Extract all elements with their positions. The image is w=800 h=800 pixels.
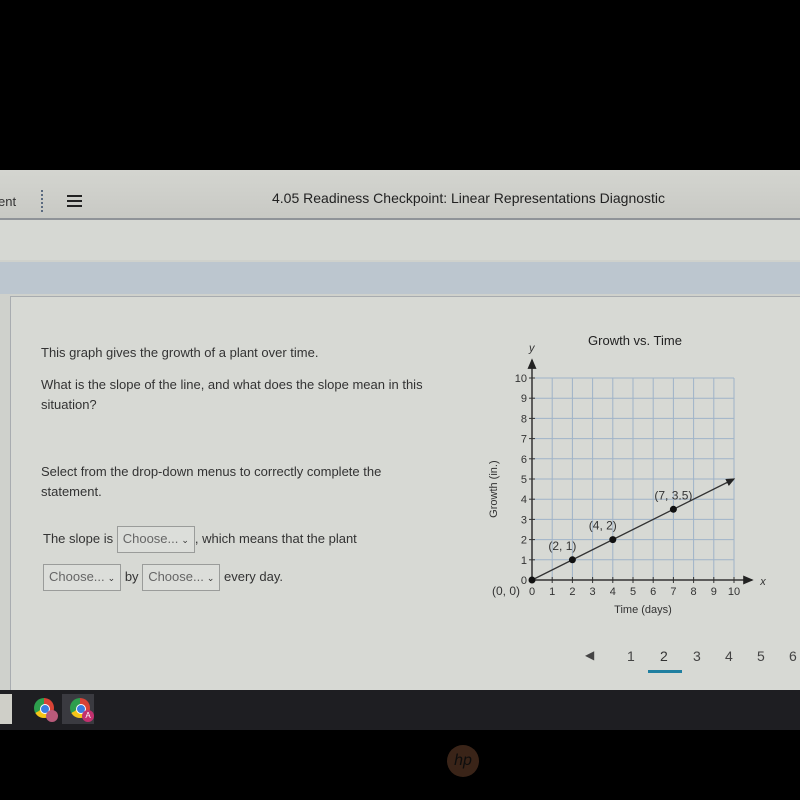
profile-badge-icon: A	[82, 710, 94, 722]
x-tick-label: 7	[670, 586, 676, 598]
x-tick-label: 4	[610, 586, 616, 598]
active-page-indicator	[648, 670, 682, 673]
y-tick-label: 1	[521, 555, 527, 567]
header-band	[0, 220, 800, 260]
growth-amount-dropdown-value: Choose...	[148, 569, 204, 584]
y-axis-symbol: y	[528, 343, 536, 355]
y-tick-label: 7	[521, 434, 527, 446]
profile-badge-icon	[46, 710, 58, 722]
y-tick-label: 2	[521, 535, 527, 547]
x-tick-label: 9	[711, 586, 717, 598]
question-prompt: What is the slope of the line, and what …	[41, 377, 423, 412]
page-link-5[interactable]: 5	[757, 648, 765, 664]
breadcrumb[interactable]: ent	[0, 194, 16, 209]
statement-part1: The slope is	[43, 531, 114, 546]
page-link-2-active[interactable]: 2	[660, 648, 668, 664]
y-tick-label: 10	[515, 373, 527, 385]
x-tick-label: 0	[529, 586, 535, 598]
y-tick-label: 5	[521, 474, 527, 486]
x-axis-symbol: x	[759, 576, 766, 588]
page-link-6[interactable]: 6	[789, 648, 797, 664]
y-tick-label: 0	[521, 575, 527, 587]
data-point	[669, 505, 677, 513]
x-tick-label: 5	[630, 586, 636, 598]
data-point	[568, 556, 576, 564]
slope-dropdown[interactable]: Choose... ⌄	[116, 526, 195, 553]
data-point-label: (7, 3.5)	[654, 488, 692, 502]
y-tick-label: 4	[521, 494, 527, 506]
x-tick-label: 6	[650, 586, 656, 598]
statement-part3: by	[124, 569, 139, 584]
statement-part2: , which means that the plant	[194, 531, 357, 546]
chart-title: Growth vs. Time	[588, 333, 682, 348]
hamburger-menu-icon[interactable]	[67, 195, 82, 207]
question-instruction: Select from the drop-down menus to corre…	[41, 464, 382, 499]
data-point	[528, 576, 536, 584]
x-tick-label: 8	[691, 586, 697, 598]
x-tick-label: 3	[590, 586, 596, 598]
prev-page-icon[interactable]: ◀	[585, 648, 594, 662]
kebab-menu-icon[interactable]	[41, 190, 43, 212]
statement-part4: every day.	[224, 569, 284, 584]
y-axis-label: Growth (in.)	[488, 460, 500, 517]
data-point-label: (0, 0)	[492, 584, 520, 598]
page-link-1[interactable]: 1	[627, 648, 635, 664]
growth-chart: Growth vs. Timexy0 1 2 3 4 5 6 7 8 9 1001234567891…	[488, 333, 766, 616]
chevron-down-icon: ⌄	[107, 573, 116, 583]
x-axis-label: Time (days)	[614, 604, 672, 616]
growth-amount-dropdown[interactable]: Choose... ⌄	[142, 564, 221, 591]
progress-band	[0, 262, 800, 294]
slope-dropdown-value: Choose...	[122, 531, 179, 546]
x-tick-label: 10	[728, 586, 740, 598]
x-tick-label: 2	[569, 586, 575, 598]
question-intro: This graph gives the growth of a plant o…	[41, 345, 319, 360]
taskbar-app-partial[interactable]	[0, 694, 12, 724]
statement-line-1: The slope is Choose... ⌄, which means tha…	[43, 526, 357, 553]
y-tick-label: 9	[521, 393, 527, 405]
growth-action-dropdown[interactable]: Choose... ⌄	[43, 564, 122, 591]
y-tick-label: 6	[521, 454, 527, 466]
data-point	[609, 536, 617, 544]
taskbar-chrome-profile[interactable]: A	[62, 694, 94, 724]
chevron-down-icon: ⌄	[181, 535, 189, 545]
y-tick-label: 8	[521, 413, 527, 425]
page-title: 4.05 Readiness Checkpoint: Linear Repres…	[272, 190, 666, 206]
data-point-label: (2, 1)	[548, 539, 576, 553]
taskbar-chrome[interactable]	[26, 694, 58, 724]
y-tick-label: 3	[521, 514, 527, 526]
chevron-down-icon: ⌄	[206, 573, 215, 583]
statement-line-2: Choose... ⌄ by Choose... ⌄ every day.	[43, 564, 283, 591]
top-bar: ent 4.05 Readiness Checkpoint: Linear Re…	[0, 170, 800, 220]
hp-logo-icon: hp	[447, 745, 479, 777]
page-link-3[interactable]: 3	[693, 648, 701, 664]
growth-action-dropdown-value: Choose...	[49, 569, 105, 584]
taskbar: A	[0, 690, 800, 730]
data-point-label: (4, 2)	[589, 519, 617, 533]
x-tick-label: 1	[549, 586, 555, 598]
browser-screen: ent 4.05 Readiness Checkpoint: Linear Re…	[0, 170, 800, 690]
page-link-4[interactable]: 4	[725, 648, 733, 664]
